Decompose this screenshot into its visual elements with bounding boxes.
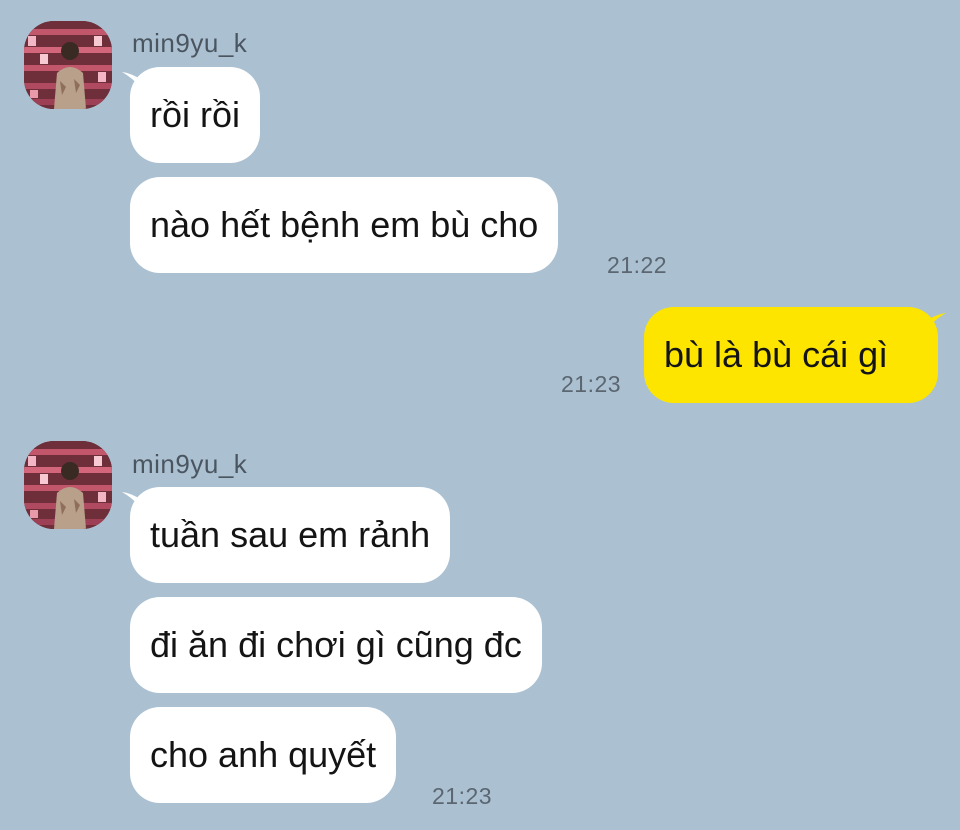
- avatar-photo-icon: [24, 21, 112, 109]
- message-timestamp: 21:22: [607, 252, 668, 278]
- message-timestamp: 21:23: [561, 371, 622, 397]
- contact-avatar[interactable]: [24, 441, 112, 529]
- bubble-tail: [922, 313, 946, 335]
- incoming-message[interactable]: rồi rồi: [130, 67, 261, 163]
- incoming-message[interactable]: đi ăn đi chơi gì cũng đc: [130, 597, 542, 693]
- message-timestamp: 21:23: [432, 783, 493, 809]
- incoming-message[interactable]: nào hết bệnh em bù cho: [130, 177, 559, 273]
- contact-avatar[interactable]: [24, 21, 112, 109]
- avatar-photo-icon: [24, 441, 112, 529]
- incoming-message[interactable]: tuần sau em rảnh: [130, 487, 451, 583]
- sender-name: min9yu_k: [132, 28, 248, 58]
- sender-name: min9yu_k: [132, 449, 248, 479]
- chat-area[interactable]: min9yu_k rồi rồi nào hết bệnh em bù cho …: [0, 0, 960, 830]
- outgoing-message[interactable]: bù là bù cái gì: [644, 307, 938, 403]
- incoming-message[interactable]: cho anh quyết: [130, 707, 397, 803]
